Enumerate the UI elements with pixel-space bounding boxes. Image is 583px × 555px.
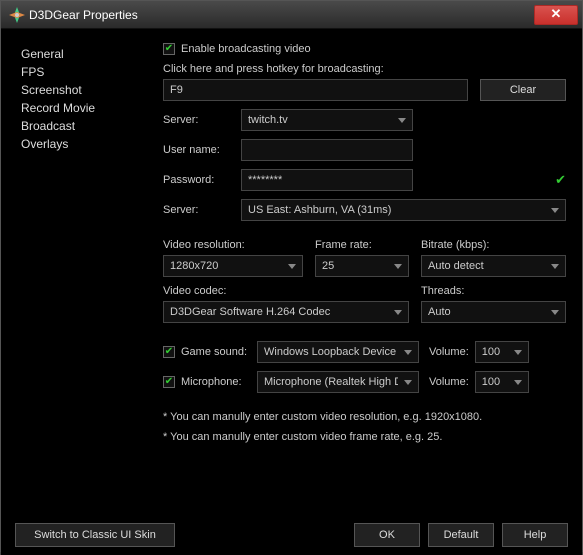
switch-skin-button[interactable]: Switch to Classic UI Skin — [15, 523, 175, 547]
bitrate-select[interactable]: Auto detect — [421, 255, 566, 277]
gamesound-select[interactable]: Windows Loopback Device — [257, 341, 419, 363]
enable-broadcast-checkbox[interactable] — [163, 43, 175, 55]
note-1: * You can manully enter custom video res… — [163, 411, 566, 423]
region-label: Server: — [163, 204, 241, 216]
codec-select[interactable]: D3DGear Software H.264 Codec — [163, 301, 409, 323]
sidebar-item-record-movie[interactable]: Record Movie — [21, 99, 163, 117]
window-title: D3DGear Properties — [29, 8, 534, 22]
chevron-down-icon — [404, 350, 412, 355]
hotkey-hint: Click here and press hotkey for broadcas… — [163, 63, 566, 75]
gamesound-checkbox[interactable] — [163, 346, 175, 358]
hotkey-input[interactable] — [163, 79, 468, 101]
window: D3DGear Properties ✕ General FPS Screens… — [0, 0, 583, 552]
threads-select[interactable]: Auto — [421, 301, 566, 323]
close-button[interactable]: ✕ — [534, 5, 578, 25]
volume-label-2: Volume: — [429, 376, 469, 388]
clear-button[interactable]: Clear — [480, 79, 566, 101]
chevron-down-icon — [398, 118, 406, 123]
sidebar: General FPS Screenshot Record Movie Broa… — [7, 37, 163, 515]
region-select[interactable]: US East: Ashburn, VA (31ms) — [241, 199, 566, 221]
fps-label: Frame rate: — [315, 239, 421, 251]
note-2: * You can manully enter custom video fra… — [163, 431, 566, 443]
help-button[interactable]: Help — [502, 523, 568, 547]
chevron-down-icon — [394, 264, 402, 269]
server-label: Server: — [163, 114, 241, 126]
chevron-down-icon — [514, 380, 522, 385]
codec-label: Video codec: — [163, 285, 421, 297]
chevron-down-icon — [514, 350, 522, 355]
gamesound-label: Game sound: — [181, 346, 257, 358]
microphone-volume-select[interactable]: 100 — [475, 371, 529, 393]
threads-label: Threads: — [421, 285, 566, 297]
username-input[interactable] — [241, 139, 413, 161]
vres-label: Video resolution: — [163, 239, 315, 251]
chevron-down-icon — [551, 310, 559, 315]
chevron-down-icon — [551, 208, 559, 213]
server-select[interactable]: twitch.tv — [241, 109, 413, 131]
app-icon — [9, 7, 25, 23]
sidebar-item-overlays[interactable]: Overlays — [21, 135, 163, 153]
sidebar-item-fps[interactable]: FPS — [21, 63, 163, 81]
chevron-down-icon — [394, 310, 402, 315]
bitrate-label: Bitrate (kbps): — [421, 239, 566, 251]
volume-label-1: Volume: — [429, 346, 469, 358]
microphone-label: Microphone: — [181, 376, 257, 388]
username-label: User name: — [163, 144, 241, 156]
microphone-select[interactable]: Microphone (Realtek High Defir — [257, 371, 419, 393]
sidebar-item-screenshot[interactable]: Screenshot — [21, 81, 163, 99]
default-button[interactable]: Default — [428, 523, 494, 547]
enable-broadcast-label: Enable broadcasting video — [181, 43, 311, 55]
main-panel: Enable broadcasting video Click here and… — [163, 37, 576, 515]
password-label: Password: — [163, 174, 241, 186]
checkmark-icon: ✔ — [555, 172, 566, 188]
sidebar-item-broadcast[interactable]: Broadcast — [21, 117, 163, 135]
chevron-down-icon — [551, 264, 559, 269]
sidebar-item-general[interactable]: General — [21, 45, 163, 63]
microphone-checkbox[interactable] — [163, 376, 175, 388]
chevron-down-icon — [288, 264, 296, 269]
gamesound-volume-select[interactable]: 100 — [475, 341, 529, 363]
chevron-down-icon — [404, 380, 412, 385]
ok-button[interactable]: OK — [354, 523, 420, 547]
body: General FPS Screenshot Record Movie Broa… — [1, 29, 582, 515]
footer: Switch to Classic UI Skin OK Default Hel… — [1, 515, 582, 555]
password-input[interactable] — [241, 169, 413, 191]
titlebar: D3DGear Properties ✕ — [1, 1, 582, 29]
fps-select[interactable]: 25 — [315, 255, 409, 277]
vres-select[interactable]: 1280x720 — [163, 255, 303, 277]
